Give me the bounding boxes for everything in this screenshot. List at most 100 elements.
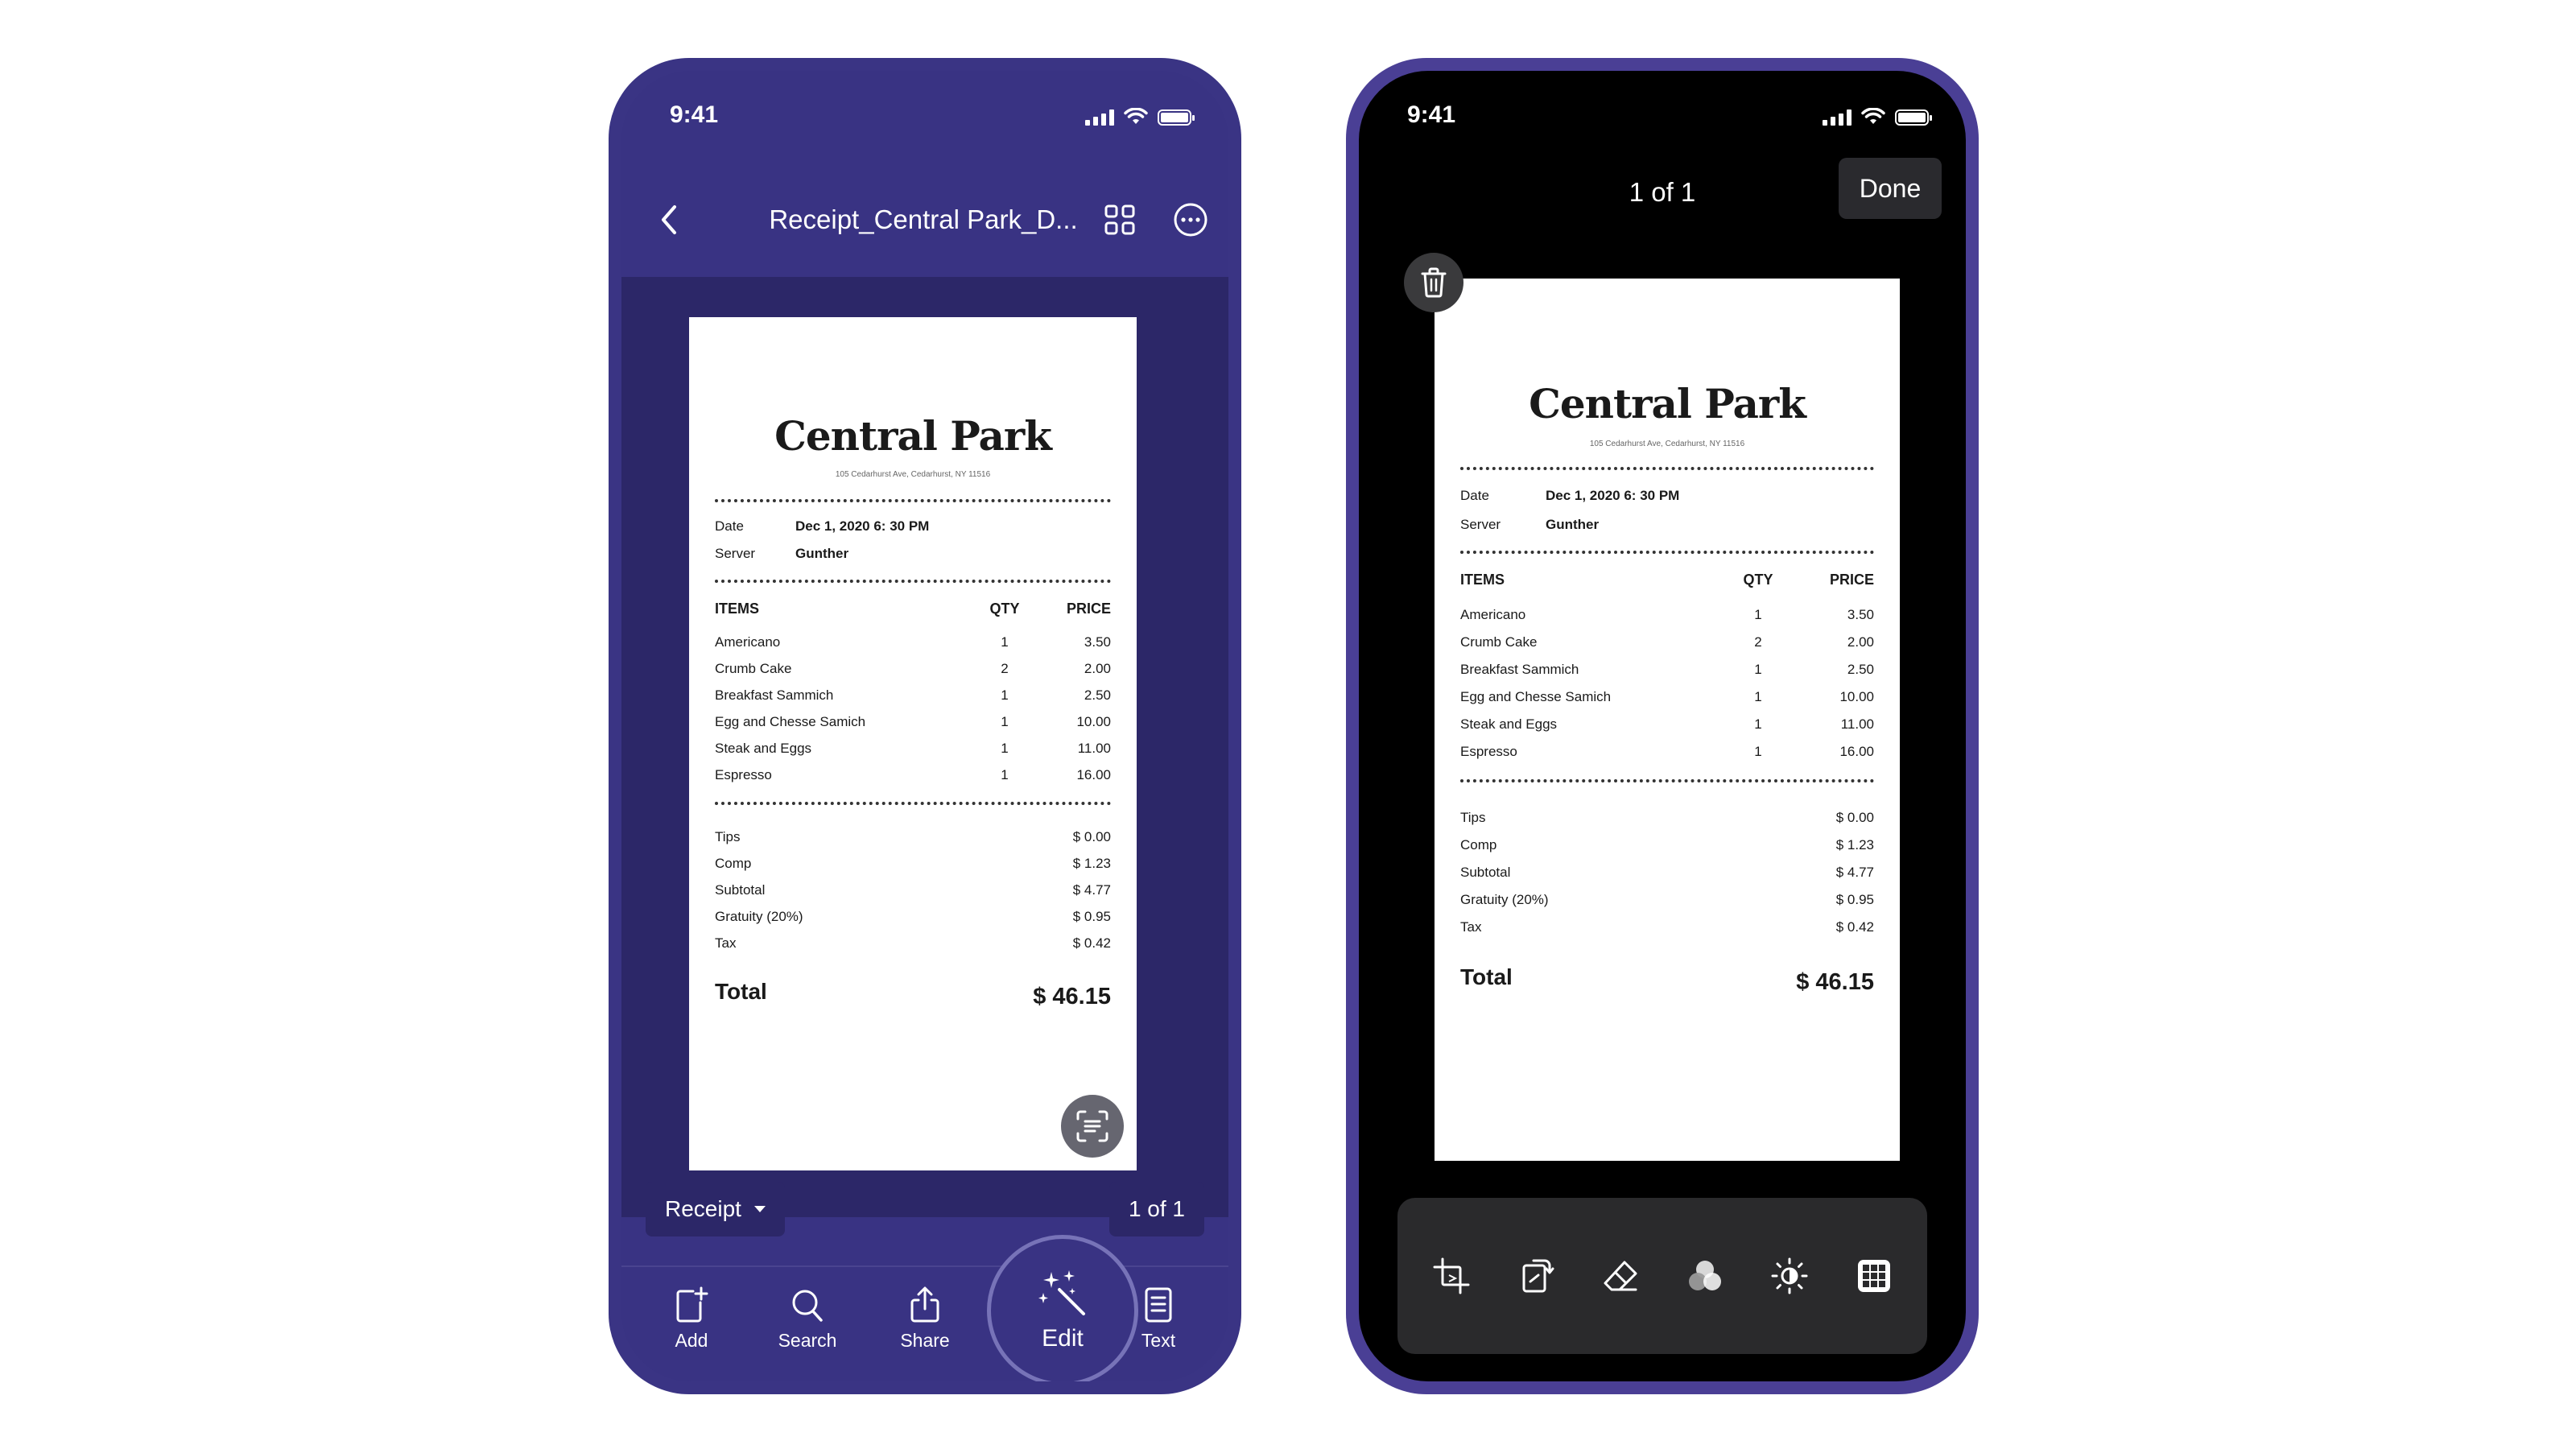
divider — [1460, 779, 1874, 782]
item-qty: 1 — [1001, 687, 1009, 703]
server-value: Gunther — [795, 546, 849, 561]
eraser-button[interactable] — [1595, 1250, 1646, 1302]
date-value: Dec 1, 2020 6: 30 PM — [1546, 488, 1680, 503]
summary-amount: $ 0.00 — [1072, 829, 1111, 844]
item-row: Crumb Cake 2 2.00 — [715, 661, 1111, 677]
item-name: Americano — [1460, 607, 1526, 622]
summary-label: Tax — [715, 935, 737, 951]
summary-amount: $ 1.23 — [1072, 856, 1111, 871]
signal-icon — [1823, 109, 1852, 126]
back-button[interactable] — [646, 192, 694, 248]
receipt-address: 105 Cedarhurst Ave, Cedarhurst, NY 11516 — [1589, 440, 1745, 448]
delete-page-button[interactable] — [1404, 253, 1463, 312]
share-button[interactable]: Share — [881, 1286, 969, 1352]
summary-label: Gratuity (20%) — [1460, 892, 1549, 907]
server-row: Server Gunther — [1460, 517, 1874, 533]
price-header: PRICE — [1829, 572, 1874, 588]
filter-button[interactable] — [1679, 1250, 1731, 1302]
items-header-label: ITEMS — [1460, 572, 1505, 588]
document-title[interactable]: Receipt_Central Park_D... — [766, 204, 1080, 235]
rotate-button[interactable] — [1510, 1250, 1562, 1302]
total-amount: $ 46.15 — [1796, 969, 1874, 995]
item-name: Egg and Chesse Samich — [1460, 689, 1612, 704]
edit-label: Edit — [1042, 1325, 1084, 1352]
right-screen: 9:41 1 of 1 Done Central Park 105 Cedarh… — [1359, 71, 1966, 1381]
divider — [715, 499, 1111, 502]
nav-bar: Receipt_Central Park_D... — [621, 192, 1228, 248]
rotate-icon — [1522, 1259, 1554, 1293]
item-qty: 1 — [1754, 607, 1762, 622]
summary-row: Subtotal $ 4.77 — [1460, 865, 1874, 881]
item-price: 11.00 — [1077, 741, 1111, 756]
summary-row: Tax $ 0.42 — [715, 935, 1111, 952]
qty-header: QTY — [1743, 572, 1773, 588]
server-row: Server Gunther — [715, 546, 1111, 562]
search-icon — [792, 1290, 823, 1322]
brightness-button[interactable] — [1764, 1250, 1815, 1302]
receipt-title: Central Park — [774, 412, 1052, 460]
brightness-icon — [1771, 1257, 1807, 1294]
summary-label: Tips — [715, 829, 741, 844]
status-icons — [1823, 108, 1932, 126]
done-button[interactable]: Done — [1839, 158, 1942, 219]
server-label: Server — [715, 546, 756, 561]
divider — [1460, 551, 1874, 554]
summary-row: Comp $ 1.23 — [715, 856, 1111, 872]
status-time: 9:41 — [1407, 101, 1456, 128]
summary-label: Subtotal — [1460, 865, 1511, 880]
trash-icon — [1421, 267, 1447, 298]
search-label: Search — [778, 1330, 837, 1351]
item-row: Espresso 1 16.00 — [715, 767, 1111, 783]
item-name: Steak and Eggs — [1460, 716, 1558, 732]
date-label: Date — [1460, 488, 1489, 503]
items-header: ITEMS QTY PRICE — [715, 601, 1111, 617]
item-price: 16.00 — [1076, 767, 1111, 782]
item-price: 16.00 — [1839, 744, 1874, 759]
summary-row: Tips $ 0.00 — [715, 829, 1111, 845]
item-qty: 2 — [1001, 661, 1009, 676]
scan-text-icon — [1076, 1110, 1108, 1142]
item-name: Espresso — [715, 767, 772, 782]
item-name: Crumb Cake — [1460, 634, 1538, 650]
summary-amount: $ 1.23 — [1835, 837, 1874, 852]
summary-label: Subtotal — [715, 882, 766, 898]
signal-icon — [1085, 109, 1114, 126]
filter-icon — [1688, 1261, 1721, 1290]
summary-row: Gratuity (20%) $ 0.95 — [1460, 892, 1874, 908]
item-name: Steak and Eggs — [715, 741, 812, 756]
battery-icon — [1158, 109, 1195, 126]
summary-amount: $ 0.95 — [1072, 909, 1111, 924]
status-icons — [1085, 108, 1195, 126]
item-row: Breakfast Sammich 1 2.50 — [1460, 662, 1874, 678]
text-button[interactable]: Text — [1114, 1286, 1203, 1352]
scan-text-button[interactable] — [1061, 1095, 1124, 1158]
item-row: Steak and Eggs 1 11.00 — [1460, 716, 1874, 733]
grid-view-button[interactable] — [1100, 200, 1140, 240]
table-button[interactable] — [1848, 1250, 1900, 1302]
page-indicator[interactable]: 1 of 1 — [1108, 1182, 1204, 1236]
summary-amount: $ 0.95 — [1835, 892, 1874, 907]
receipt-address: 105 Cedarhurst Ave, Cedarhurst, NY 11516 — [835, 470, 991, 479]
status-bar: 9:41 — [1359, 71, 1966, 159]
item-name: Egg and Chesse Samich — [715, 714, 866, 729]
add-button[interactable]: Add — [647, 1286, 736, 1352]
more-button[interactable] — [1170, 200, 1211, 240]
item-row: Americano 1 3.50 — [715, 634, 1111, 650]
item-name: Crumb Cake — [715, 661, 792, 676]
search-button[interactable]: Search — [763, 1286, 852, 1352]
crop-button[interactable] — [1426, 1250, 1477, 1302]
eraser-icon — [1604, 1261, 1637, 1291]
grid-icon — [1104, 204, 1135, 235]
add-page-icon — [676, 1286, 708, 1323]
item-qty: 1 — [1001, 714, 1009, 729]
item-price: 11.00 — [1840, 716, 1874, 732]
magic-wand-icon — [1038, 1270, 1085, 1315]
item-name: Breakfast Sammich — [715, 687, 834, 703]
item-qty: 1 — [1001, 767, 1009, 782]
summary-label: Tax — [1460, 919, 1482, 935]
date-row: Date Dec 1, 2020 6: 30 PM — [1460, 488, 1874, 504]
item-price: 2.00 — [1084, 661, 1111, 676]
wifi-icon — [1861, 108, 1885, 124]
document-type-dropdown[interactable]: Receipt — [646, 1182, 785, 1236]
summary-amount: $ 0.42 — [1072, 935, 1111, 951]
